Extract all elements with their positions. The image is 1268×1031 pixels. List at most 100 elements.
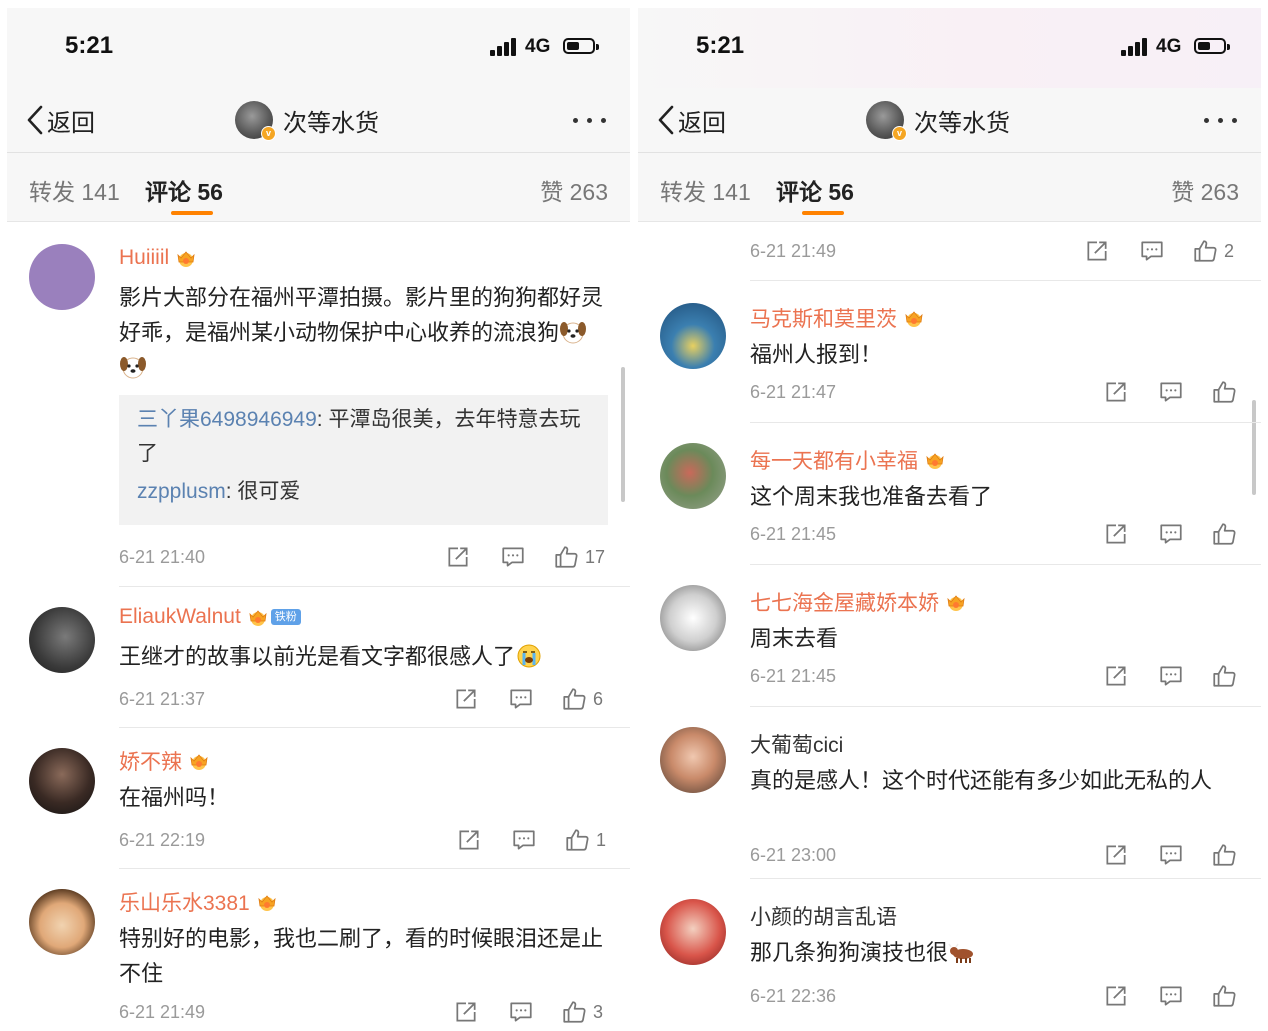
tab-likes[interactable]: 赞 263 [1171,173,1239,207]
comment-username[interactable]: 七七海金屋藏娇本娇 [750,587,967,617]
comment-time: 6-21 21:37 [119,689,206,709]
avatar[interactable] [29,889,95,955]
like-button[interactable]: 17 [553,544,605,570]
share-icon [1103,983,1129,1009]
comment-username[interactable]: Huiiiil [119,246,197,270]
share-button[interactable] [1084,238,1110,264]
reply-button[interactable] [511,827,537,853]
comment-username[interactable]: 小颜的胡言乱语 [750,901,897,931]
reply-item: zzpplusm: 很可爱 [137,475,590,509]
like-button[interactable]: 2 [1192,238,1234,264]
reply-button[interactable] [1158,379,1184,405]
more-icon[interactable] [1204,118,1237,123]
reply-button[interactable] [508,999,534,1025]
back-button[interactable]: 返回 [656,100,726,140]
like-count: 6 [593,688,604,709]
crown-icon [945,592,967,612]
network-label: 4G [1156,36,1182,57]
like-button[interactable]: 3 [561,999,603,1025]
avatar[interactable] [660,585,726,651]
share-button[interactable] [453,686,479,712]
nav-title[interactable]: 次等水货 [866,98,1010,142]
reply-button[interactable] [1139,238,1165,264]
scrollbar[interactable] [1252,400,1256,495]
like-button[interactable] [1211,379,1237,405]
crown-icon [903,308,925,328]
share-button[interactable] [1103,842,1129,868]
dog-face-icon [119,354,147,380]
reply-button[interactable] [500,544,526,570]
share-button[interactable] [445,544,471,570]
avatar[interactable] [660,899,726,965]
comment-username[interactable]: 娇不辣 [119,746,210,776]
divider [750,422,1261,423]
comment-icon [500,544,526,570]
reply-username[interactable]: zzpplusm [137,480,226,503]
comment-list[interactable]: 6-21 21:49 2 马克斯和莫里茨 福州人报到！ 6-21 21:47 每… [638,222,1261,1031]
like-button[interactable] [1211,521,1237,547]
reply-button[interactable] [1158,521,1184,547]
avatar[interactable] [29,244,95,310]
fan-badge: 铁粉 [270,609,301,625]
phone-screen-left: 5:21 4G 返回 次等水货 转发 141 评论 56 赞 263 Huiii… [7,8,630,1031]
like-button[interactable] [1211,983,1237,1009]
comment-username[interactable]: 乐山乐水3381 [119,887,278,917]
reply-button[interactable] [508,686,534,712]
comment-username[interactable]: EliaukWalnut 铁粉 [119,605,301,629]
tab-bar: 转发 141 评论 56 赞 263 [638,153,1261,222]
share-button[interactable] [453,999,479,1025]
scrollbar[interactable] [621,367,625,502]
comment-username[interactable]: 大葡萄cici [750,729,843,759]
comment-meta: 6-21 21:37 6 [119,686,613,716]
tab-reposts[interactable]: 转发 141 [660,173,751,207]
reply-button[interactable] [1158,842,1184,868]
reply-item: 三丫果6498946949: 平潭岛很美，去年特意去玩了 [137,403,590,471]
nav-title[interactable]: 次等水货 [235,98,379,142]
nav-bar: 返回 次等水货 [7,88,630,153]
tab-comments[interactable]: 评论 56 [145,173,223,207]
avatar[interactable] [29,607,95,673]
share-button[interactable] [1103,521,1129,547]
reply-button[interactable] [1158,983,1184,1009]
avatar[interactable] [660,303,726,369]
like-button[interactable]: 6 [561,686,603,712]
nav-title-text: 次等水货 [914,109,1010,137]
tab-reposts[interactable]: 转发 141 [29,173,120,207]
divider [750,706,1261,707]
share-button[interactable] [1103,663,1129,689]
comment-meta: 6-21 21:40 17 [119,544,613,574]
reply-username[interactable]: 三丫果6498946949 [137,408,317,431]
like-button[interactable] [1211,663,1237,689]
reply-box[interactable]: 三丫果6498946949: 平潭岛很美，去年特意去玩了 zzpplusm: 很… [119,395,608,525]
share-button[interactable] [1103,379,1129,405]
avatar[interactable] [29,748,95,814]
like-button[interactable] [1211,842,1237,868]
share-button[interactable] [456,827,482,853]
battery-icon [1194,38,1230,54]
comment-username[interactable]: 每一天都有小幸福 [750,445,946,475]
thumbs-up-icon [1211,842,1237,868]
divider [119,727,630,728]
comment-list[interactable]: Huiiiil 影片大部分在福州平潭拍摄。影片里的狗狗都好灵好乖，是福州某小动物… [7,222,630,1031]
thumbs-up-icon [1211,379,1237,405]
share-icon [453,999,479,1025]
comment-time: 6-21 21:49 [119,1002,206,1022]
thumbs-up-icon [1211,983,1237,1009]
tab-active-indicator [171,211,213,215]
more-icon[interactable] [573,118,606,123]
crown-icon [247,607,269,627]
comment-username[interactable]: 马克斯和莫里茨 [750,303,925,333]
back-button[interactable]: 返回 [25,100,95,140]
tab-comments[interactable]: 评论 56 [776,173,854,207]
like-count: 1 [596,829,607,850]
avatar[interactable] [660,727,726,793]
comment-text: 福州人报到！ [750,342,883,367]
tab-likes[interactable]: 赞 263 [540,173,608,207]
like-count: 3 [593,1001,604,1022]
share-button[interactable] [1103,983,1129,1009]
reply-button[interactable] [1158,663,1184,689]
avatar[interactable] [660,443,726,509]
like-count: 2 [1224,240,1235,261]
like-button[interactable]: 1 [564,827,606,853]
reply-text: : 很可爱 [225,480,301,503]
